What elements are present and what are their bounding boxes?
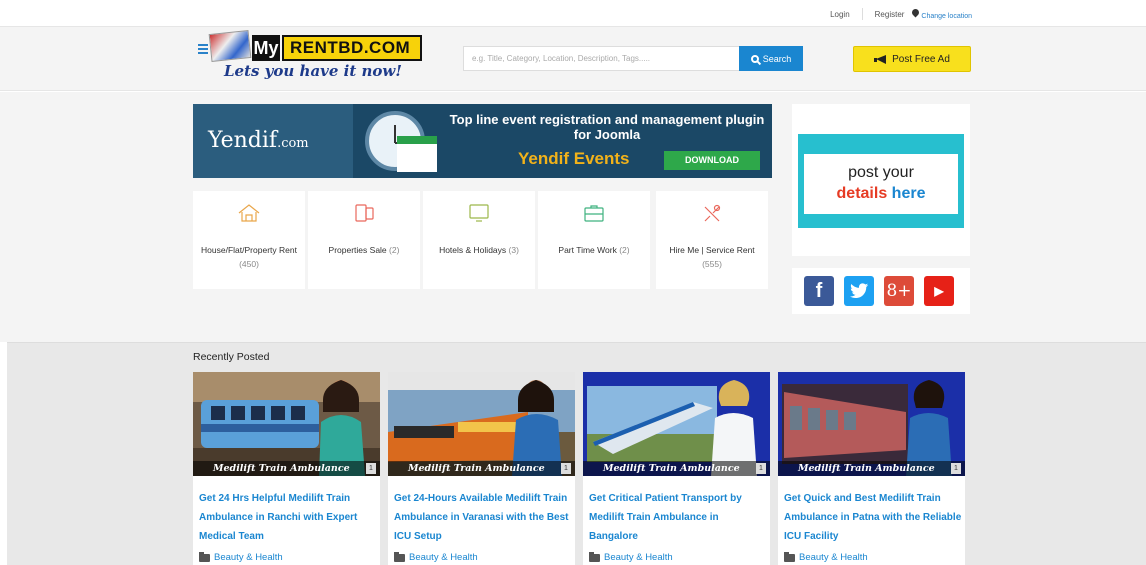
listing-image-caption: Medilift Train Ambulance — [193, 461, 380, 476]
map-pin-icon — [912, 9, 919, 18]
youtube-icon[interactable]: ▶ — [924, 276, 954, 306]
listing-image-caption: Medilift Train Ambulance — [778, 461, 965, 476]
menu-icon[interactable] — [198, 44, 208, 54]
listing-card[interactable]: Medilift Train Ambulance 1 Get 24-Hours … — [388, 372, 575, 565]
folder-icon — [394, 551, 405, 562]
listing-category-label: Beauty & Health — [799, 552, 868, 563]
category-count: (3) — [508, 245, 519, 255]
category-hire-me-service[interactable]: Hire Me | Service Rent (555) — [656, 191, 768, 289]
photo-count: 1 — [951, 463, 961, 474]
logo-rentbd: RENTBD.COM — [282, 35, 422, 61]
category-label: Hotels & Holidays — [439, 245, 507, 255]
search-button-label: Search — [762, 53, 792, 64]
post-free-ad-button[interactable]: Post Free Ad — [853, 46, 971, 72]
listing-image[interactable]: Medilift Train Ambulance 1 — [583, 372, 770, 476]
photo-count: 1 — [561, 463, 571, 474]
listing-category[interactable]: Beauty & Health — [199, 551, 283, 563]
listing-category[interactable]: Beauty & Health — [784, 551, 868, 563]
category-count: (2) — [619, 245, 630, 255]
category-label: Hire Me | Service Rent — [669, 245, 755, 255]
listing-category[interactable]: Beauty & Health — [394, 551, 478, 563]
search-icon — [750, 54, 759, 63]
category-label: Properties Sale — [328, 245, 387, 255]
category-label: Part Time Work — [558, 245, 617, 255]
ad-line-1: post your — [848, 164, 914, 181]
banner-download-button[interactable]: DOWNLOAD — [664, 151, 760, 170]
site-logo[interactable]: My RENTBD.COM Lets you have it now! — [208, 29, 430, 82]
listing-image[interactable]: Medilift Train Ambulance 1 — [388, 372, 575, 476]
listing-category[interactable]: Beauty & Health — [589, 551, 673, 563]
monitor-icon — [469, 204, 489, 222]
post-free-ad-label: Post Free Ad — [892, 53, 950, 65]
listing-card[interactable]: Medilift Train Ambulance 1 Get 24 Hrs He… — [193, 372, 380, 565]
listing-category-label: Beauty & Health — [604, 552, 673, 563]
category-label: House/Flat/Property Rent — [201, 245, 297, 255]
listing-image-caption: Medilift Train Ambulance — [388, 461, 575, 476]
yendif-banner-ad[interactable]: Yendif.com Top line event registration a… — [193, 104, 772, 178]
site-header: My RENTBD.COM Lets you have it now! Sear… — [0, 26, 1146, 91]
category-count: (555) — [702, 259, 722, 269]
category-properties-sale[interactable]: Properties Sale (2) — [308, 191, 420, 289]
house-icon — [238, 204, 260, 222]
tools-icon — [704, 204, 721, 222]
calendar-icon — [397, 136, 437, 172]
category-part-time-work[interactable]: Part Time Work (2) — [538, 191, 650, 289]
search-button[interactable]: Search — [739, 46, 803, 71]
main-section: Yendif.com Top line event registration a… — [0, 92, 1146, 342]
listing-image[interactable]: Medilift Train Ambulance 1 — [193, 372, 380, 476]
account-links: Login Register Change location — [830, 8, 972, 20]
folder-icon — [199, 551, 210, 562]
briefcase-icon — [584, 205, 604, 222]
megaphone-icon — [874, 54, 887, 64]
search-bar: Search — [463, 46, 803, 71]
social-links: f 8+ ▶ — [792, 268, 970, 314]
category-hotels-holidays[interactable]: Hotels & Holidays (3) — [423, 191, 535, 289]
listing-title[interactable]: Get 24 Hrs Helpful Medilift Train Ambula… — [199, 489, 379, 546]
listing-title[interactable]: Get Quick and Best Medilift Train Ambula… — [784, 489, 964, 546]
ad-line-2a: details — [836, 185, 888, 202]
category-house-rent[interactable]: House/Flat/Property Rent (450) — [193, 191, 305, 289]
listing-category-label: Beauty & Health — [214, 552, 283, 563]
category-grid: House/Flat/Property Rent (450) Propertie… — [193, 191, 768, 289]
google-plus-icon[interactable]: 8+ — [884, 276, 914, 306]
search-input[interactable] — [463, 46, 739, 71]
post-details-ad[interactable]: post your details here — [792, 104, 970, 256]
change-location-link[interactable]: Change location — [912, 9, 972, 20]
recently-posted-section — [7, 342, 1146, 565]
folder-icon — [589, 551, 600, 562]
listing-title[interactable]: Get 24-Hours Available Medilift Train Am… — [394, 489, 574, 546]
newspaper-logo-graphic — [208, 29, 252, 63]
folder-icon — [784, 551, 795, 562]
facebook-icon[interactable]: f — [804, 276, 834, 306]
listing-image[interactable]: Medilift Train Ambulance 1 — [778, 372, 965, 476]
category-count: (450) — [239, 259, 259, 269]
devices-icon — [355, 204, 374, 222]
twitter-icon[interactable] — [844, 276, 874, 306]
photo-count: 1 — [756, 463, 766, 474]
recently-posted-title: Recently Posted — [193, 351, 270, 363]
photo-count: 1 — [366, 463, 376, 474]
banner-headline: Top line event registration and manageme… — [449, 112, 765, 142]
listing-card[interactable]: Medilift Train Ambulance 1 Get Quick and… — [778, 372, 965, 565]
banner-product: Yendif Events — [518, 149, 630, 168]
login-link[interactable]: Login — [830, 10, 850, 19]
banner-brand: Yendif.com — [193, 104, 353, 178]
listing-card[interactable]: Medilift Train Ambulance 1 Get Critical … — [583, 372, 770, 565]
category-count: (2) — [389, 245, 400, 255]
ad-line-2b: here — [891, 185, 926, 202]
divider — [861, 8, 863, 20]
top-bar: Login Register Change location — [0, 0, 1146, 26]
logo-my: My — [252, 35, 280, 61]
register-link[interactable]: Register — [875, 10, 905, 19]
listing-category-label: Beauty & Health — [409, 552, 478, 563]
listing-title[interactable]: Get Critical Patient Transport by Medili… — [589, 489, 769, 546]
change-location-label: Change location — [921, 12, 972, 20]
logo-tagline: Lets you have it now! — [224, 62, 402, 80]
listing-image-caption: Medilift Train Ambulance — [583, 461, 770, 476]
